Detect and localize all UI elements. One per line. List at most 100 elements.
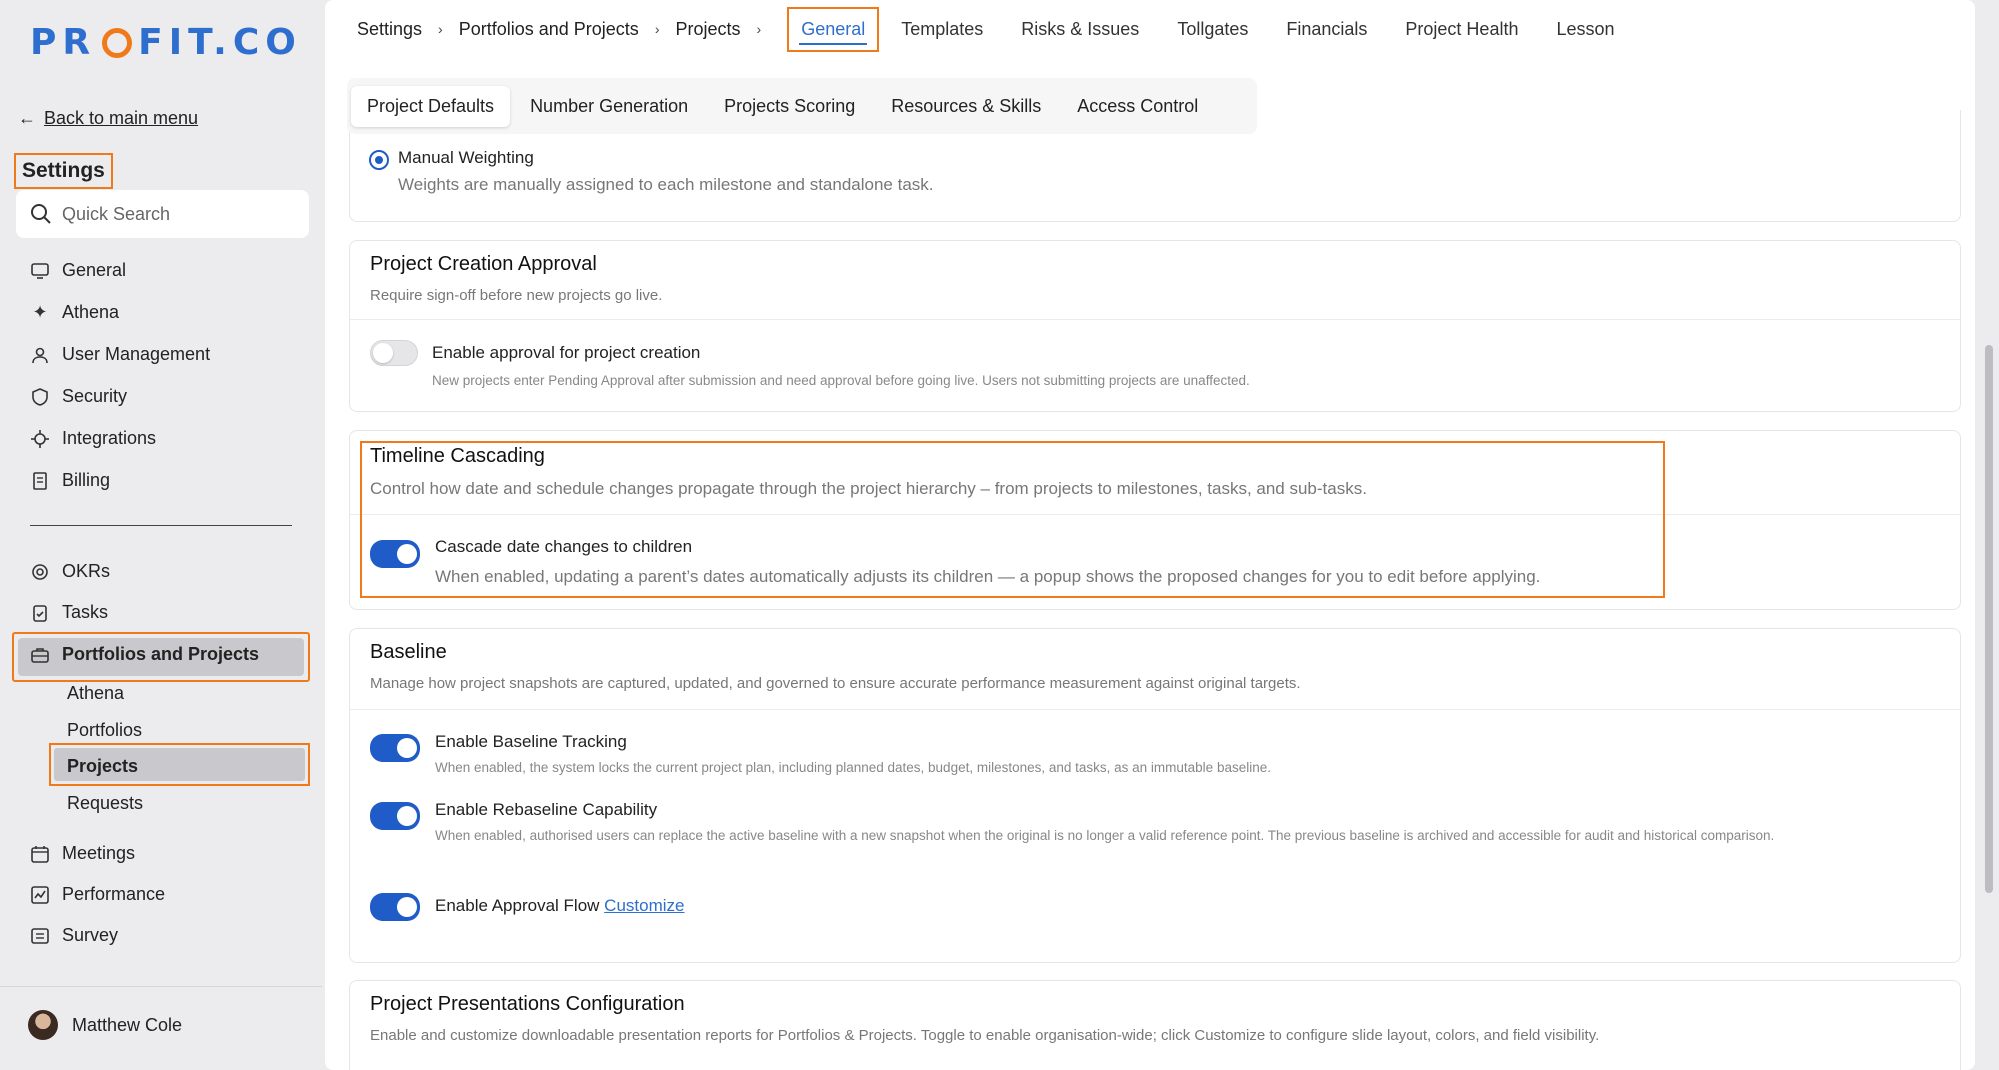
logo-target-icon [102, 27, 133, 58]
sidebar-item-general[interactable]: General [30, 260, 126, 281]
sidebar-item-label: Performance [62, 884, 166, 904]
breadcrumb-settings[interactable]: Settings [357, 19, 422, 40]
baseline-card: Baseline Manage how project snapshots ar… [349, 628, 1961, 963]
sidebar-item-label: Meetings [62, 843, 136, 863]
logo-text-left: PR [30, 22, 97, 63]
sidebar-item-label: General [62, 260, 127, 280]
subtab-resources-skills[interactable]: Resources & Skills [875, 86, 1057, 127]
timeline-cascading-desc: Control how date and schedule changes pr… [370, 479, 1367, 498]
calendar-icon [30, 844, 50, 864]
quick-search-input[interactable] [62, 203, 302, 225]
breadcrumb-projects[interactable]: Projects [675, 19, 740, 40]
tab-lesson[interactable]: Lesson [1556, 19, 1614, 40]
sidebar-item-tasks[interactable]: Tasks [30, 602, 108, 623]
chevron-right-icon: › [438, 21, 443, 37]
main-scrollbar[interactable] [1985, 345, 1993, 893]
subtab-project-defaults[interactable]: Project Defaults [351, 85, 511, 127]
timeline-cascading-title: Timeline Cascading [370, 445, 545, 467]
user-icon [30, 345, 50, 365]
settings-subtabs: Project Defaults Number Generation Proje… [347, 78, 1257, 134]
tab-tollgates[interactable]: Tollgates [1177, 19, 1248, 40]
sidebar-item-label: User Management [62, 344, 211, 364]
approval-flow-label: Enable Approval Flow [435, 896, 600, 915]
baseline-tracking-desc: When enabled, the system locks the curre… [435, 760, 1271, 775]
user-separator [0, 986, 322, 987]
rebaseline-label: Enable Rebaseline Capability [435, 800, 658, 819]
approval-flow-toggle[interactable] [370, 893, 420, 921]
sidebar-item-label: OKRs [62, 561, 111, 581]
shield-icon [30, 387, 50, 407]
sidebar-item-label: Integrations [62, 428, 157, 448]
sidebar-divider [30, 525, 292, 526]
sidebar-item-label: Survey [62, 925, 119, 945]
chevron-right-icon: › [654, 21, 660, 37]
briefcase-icon [30, 645, 50, 665]
creation-approval-option-label: Enable approval for project creation [432, 343, 701, 362]
sidebar-item-label: Portfolios and Projects [62, 644, 260, 664]
timeline-cascading-card: Timeline Cascading Control how date and … [349, 430, 1961, 610]
back-label: Back to main menu [44, 108, 199, 128]
quick-search-box[interactable] [16, 190, 309, 238]
subtab-projects-scoring[interactable]: Projects Scoring [708, 86, 871, 127]
sidebar-item-integrations[interactable]: Integrations [30, 428, 156, 449]
customize-approval-link[interactable]: Customize [604, 896, 684, 915]
presentations-desc: Enable and customize downloadable presen… [370, 1027, 1600, 1044]
puzzle-icon [30, 429, 50, 449]
presentations-card: Project Presentations Configuration Enab… [349, 980, 1961, 1070]
search-icon [31, 204, 51, 224]
sidebar-subitem-projects[interactable]: Projects [67, 756, 138, 777]
chevron-right-icon: › [756, 21, 762, 37]
top-navigation: Settings › Portfolios and Projects › Pro… [325, 0, 1975, 58]
profitco-logo[interactable]: PR FIT.CO [30, 22, 302, 63]
sidebar-item-label: Security [62, 386, 128, 406]
tab-risks-issues[interactable]: Risks & Issues [1021, 19, 1139, 40]
survey-icon [30, 926, 50, 946]
sidebar-item-athena[interactable]: ✦ Athena [30, 302, 119, 323]
monitor-icon [30, 261, 50, 281]
manual-weighting-label: Manual Weighting [398, 148, 534, 167]
subtab-access-control[interactable]: Access Control [1061, 86, 1214, 127]
tab-financials[interactable]: Financials [1286, 19, 1367, 40]
rebaseline-toggle[interactable] [370, 802, 420, 830]
logo-text-right: FIT.CO [138, 22, 302, 63]
creation-approval-option-desc: New projects enter Pending Approval afte… [432, 373, 1250, 388]
chart-icon [30, 885, 50, 905]
sidebar-item-survey[interactable]: Survey [30, 925, 118, 946]
creation-approval-toggle[interactable] [370, 340, 418, 366]
target-icon [30, 562, 50, 582]
sidebar-item-security[interactable]: Security [30, 386, 127, 407]
back-to-main-menu-link[interactable]: ← Back to main menu [18, 108, 198, 129]
avatar [28, 1010, 58, 1040]
sidebar-item-portfolios-and-projects[interactable]: Portfolios and Projects [30, 644, 259, 665]
tab-general[interactable]: General [787, 6, 880, 52]
user-profile[interactable]: Matthew Cole [28, 1010, 182, 1040]
sidebar-item-okrs[interactable]: OKRs [30, 561, 110, 582]
creation-approval-card: Project Creation Approval Require sign-o… [349, 240, 1961, 412]
tab-project-health[interactable]: Project Health [1405, 19, 1518, 40]
manual-weighting-radio[interactable] [369, 150, 389, 170]
subtab-number-generation[interactable]: Number Generation [514, 86, 704, 127]
clipboard-icon [30, 603, 50, 623]
sidebar-subitem-athena[interactable]: Athena [67, 683, 124, 704]
cascade-dates-label: Cascade date changes to children [435, 537, 693, 556]
tab-label: General [801, 18, 866, 39]
sidebar-item-billing[interactable]: Billing [30, 470, 110, 491]
sparkle-icon: ✦ [32, 302, 48, 322]
main-panel: Settings › Portfolios and Projects › Pro… [325, 0, 1975, 1070]
tab-templates[interactable]: Templates [901, 19, 983, 40]
baseline-tracking-toggle[interactable] [370, 734, 420, 762]
sidebar-subitem-requests[interactable]: Requests [67, 793, 143, 814]
baseline-title: Baseline [370, 641, 447, 663]
sidebar-subitem-portfolios[interactable]: Portfolios [67, 720, 142, 741]
sidebar-item-user-management[interactable]: User Management [30, 344, 210, 365]
cascade-dates-toggle[interactable] [370, 540, 420, 568]
breadcrumb-portfolios-and-projects[interactable]: Portfolios and Projects [459, 19, 639, 40]
approval-flow-row: Enable Approval Flow Customize [435, 896, 684, 916]
sidebar-item-meetings[interactable]: Meetings [30, 843, 135, 864]
manual-weighting-desc: Weights are manually assigned to each mi… [398, 175, 934, 194]
baseline-desc: Manage how project snapshots are capture… [370, 675, 1301, 692]
sidebar-item-label: Billing [62, 470, 111, 490]
sidebar-item-performance[interactable]: Performance [30, 884, 165, 905]
baseline-tracking-label: Enable Baseline Tracking [435, 732, 627, 751]
presentations-title: Project Presentations Configuration [370, 993, 685, 1015]
